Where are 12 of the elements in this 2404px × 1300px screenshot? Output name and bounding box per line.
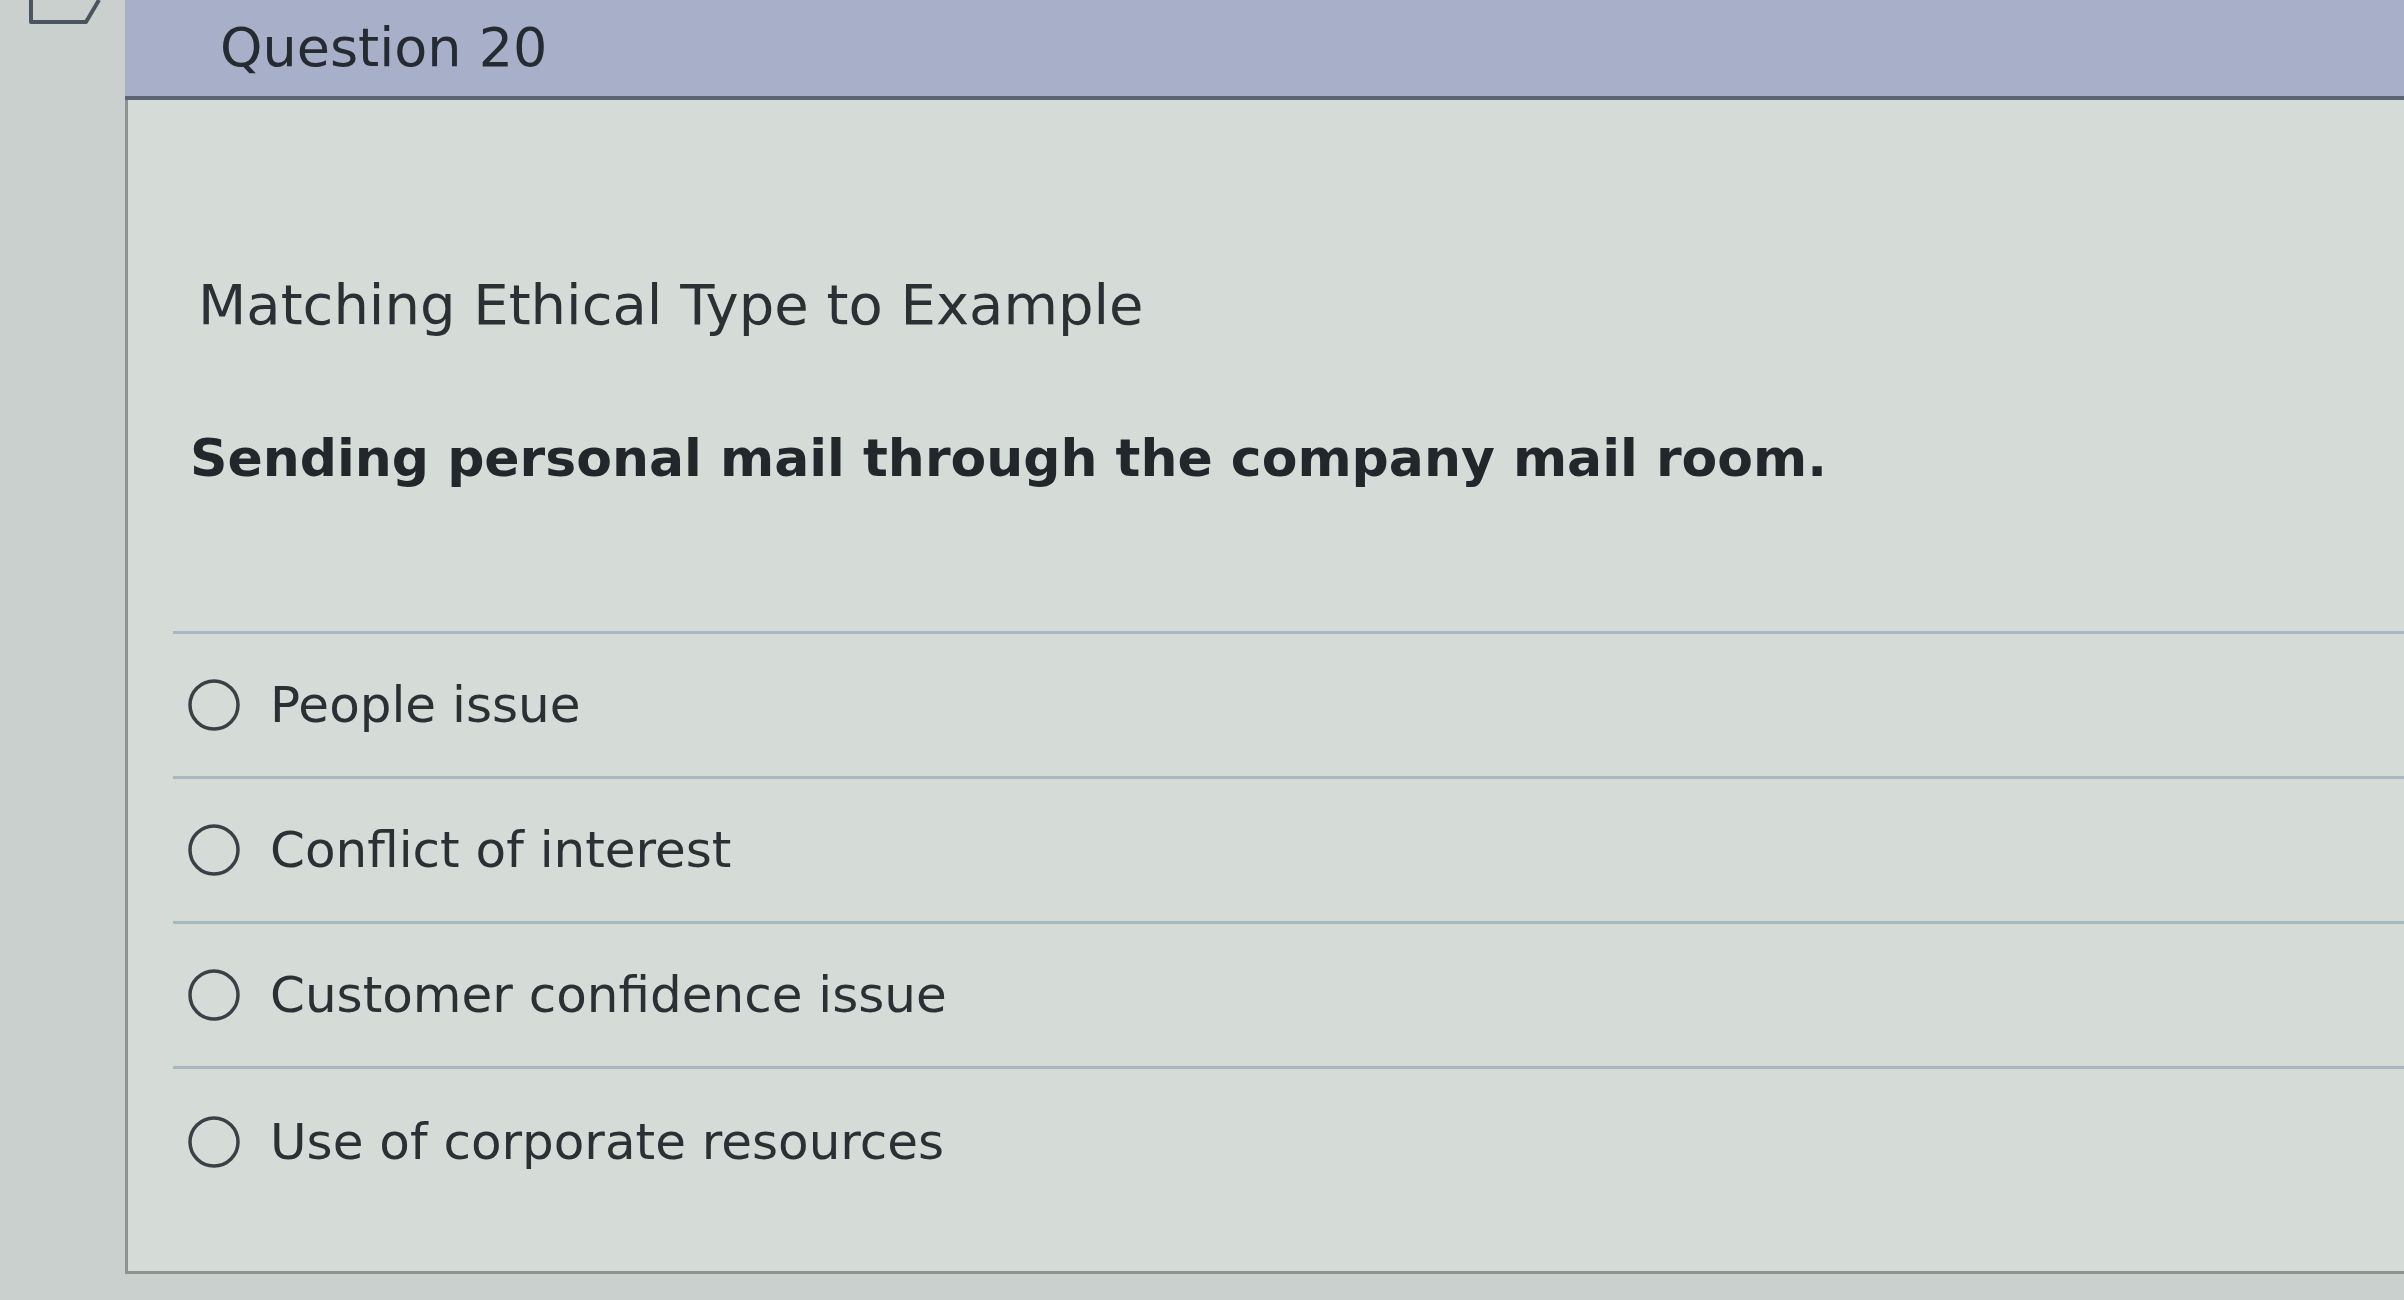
question-title: Matching Ethical Type to Example xyxy=(197,271,1145,339)
radio-icon[interactable] xyxy=(188,679,240,731)
option-label[interactable]: Customer confidence issue xyxy=(270,965,947,1025)
question-number: Question 20 xyxy=(220,15,548,81)
question-prompt: Sending personal mail through the company mail room. xyxy=(189,427,1828,490)
radio-icon[interactable] xyxy=(188,824,240,876)
option-label[interactable]: Conflict of interest xyxy=(270,820,732,880)
option-label[interactable]: People issue xyxy=(270,675,581,735)
flag-icon[interactable] xyxy=(28,0,102,26)
option-label[interactable]: Use of corporate resources xyxy=(270,1111,945,1172)
radio-icon[interactable] xyxy=(188,1115,240,1168)
radio-icon[interactable] xyxy=(188,969,240,1021)
